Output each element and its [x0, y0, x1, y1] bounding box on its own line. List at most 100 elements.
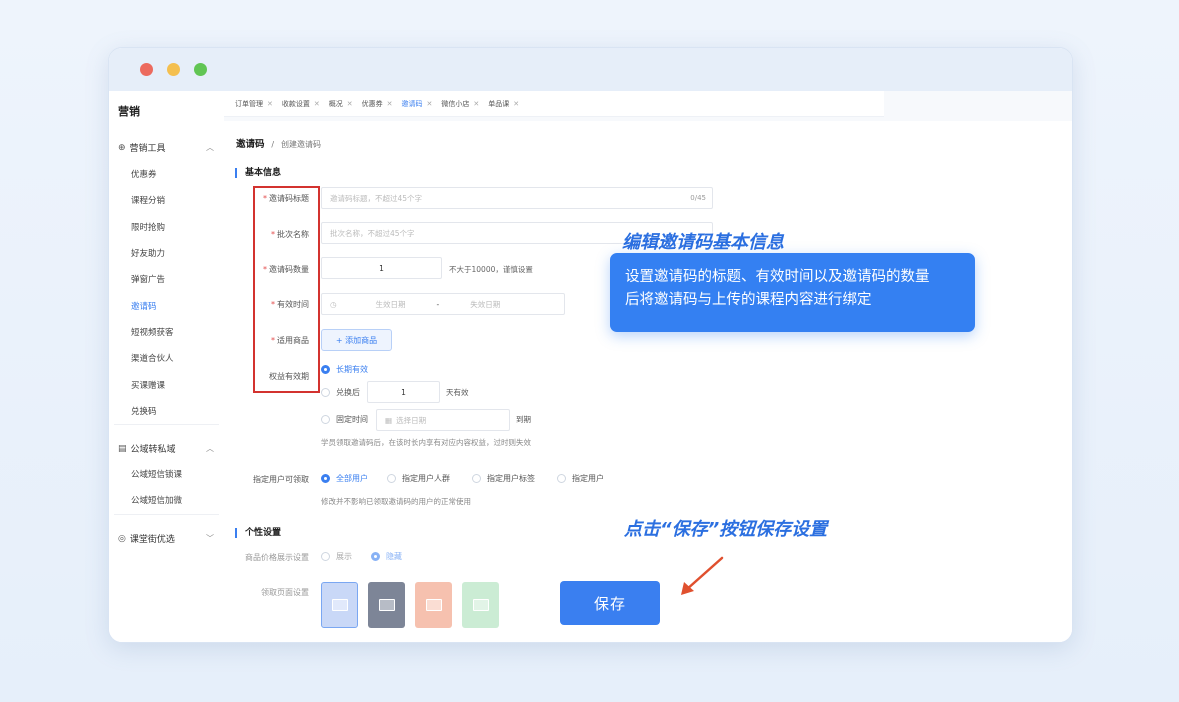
close-icon[interactable]: ✕ — [387, 100, 393, 108]
tab-label: 概况 — [328, 99, 343, 108]
radio-label: 展示 — [336, 552, 352, 561]
sidebar-item-channel-partner[interactable]: 渠道合伙人 — [131, 352, 174, 364]
tab-invite-code[interactable]: 邀请码 ✕ — [402, 99, 433, 109]
sidebar-item-sms-lock[interactable]: 公域短信锁课 — [131, 468, 182, 480]
tab-single-course[interactable]: 单品课 ✕ — [488, 99, 519, 109]
minimize-window-button[interactable] — [167, 63, 180, 76]
envelope-icon — [425, 599, 442, 611]
radio-label: 长期有效 — [336, 365, 368, 374]
radio-dot — [557, 474, 566, 483]
section-title-personal: 个性设置 — [235, 528, 281, 538]
label-batch-name: * 批次名称 — [271, 230, 309, 239]
radio-label: 全部用户 — [336, 474, 368, 483]
close-window-button[interactable] — [140, 63, 153, 76]
label-text: 有效时间 — [277, 300, 309, 309]
redeem-days-input[interactable]: 1 — [367, 381, 440, 403]
breadcrumb-separator: / — [271, 140, 275, 149]
label-text: 邀请码标题 — [269, 194, 309, 203]
breadcrumb-current: 创建邀请码 — [280, 140, 321, 149]
fixed-date-suffix: 到期 — [516, 415, 531, 424]
close-icon[interactable]: ✕ — [314, 100, 320, 108]
label-users: 指定用户可领取 — [253, 475, 309, 484]
template-thumb-blue[interactable] — [321, 582, 358, 628]
code-count-input[interactable]: 1 — [321, 257, 442, 279]
breadcrumb-parent[interactable]: 邀请码 — [236, 139, 265, 150]
rights-hint: 学员领取邀请码后，在该时长内享有对应内容权益，过时则失效 — [321, 438, 531, 447]
sidebar-item-friend-help[interactable]: 好友助力 — [131, 247, 165, 259]
add-goods-button[interactable]: + 添加商品 — [321, 329, 392, 351]
template-thumb-orange[interactable] — [415, 582, 452, 628]
close-icon[interactable]: ✕ — [347, 100, 353, 108]
sidebar-item-buy-gift[interactable]: 买课赠课 — [131, 379, 165, 391]
radio-price-hide[interactable]: 隐藏 — [371, 551, 402, 562]
code-title-input[interactable]: 邀请码标题，不超过45个字 0/45 — [321, 187, 713, 209]
maximize-window-button[interactable] — [194, 63, 207, 76]
template-thumb-gray[interactable] — [368, 582, 405, 628]
radio-long-term[interactable]: 长期有效 — [321, 364, 368, 375]
label-text: 适用商品 — [277, 336, 309, 345]
radio-dot — [371, 552, 380, 561]
arrow-icon — [681, 556, 724, 595]
envelope-icon — [472, 599, 489, 611]
close-icon[interactable]: ✕ — [427, 100, 433, 108]
breadcrumb: 邀请码 / 创建邀请码 — [236, 136, 321, 150]
label-text: 邀请码数量 — [269, 265, 309, 274]
calendar-icon: ▦ — [385, 415, 393, 425]
sidebar-item-flash-sale[interactable]: 限时抢购 — [131, 221, 165, 233]
tab-payment[interactable]: 收款设置 ✕ — [282, 99, 320, 109]
sidebar-item-redeem-code[interactable]: 兑换码 — [131, 405, 157, 417]
radio-user-group[interactable]: 指定用户人群 — [387, 473, 450, 484]
radio-label: 指定用户人群 — [402, 474, 450, 483]
callout-box: 设置邀请码的标题、有效时间以及邀请码的数量 后将邀请码与上传的课程内容进行绑定 — [610, 253, 975, 332]
tab-label: 单品课 — [488, 99, 510, 108]
radio-all-users[interactable]: 全部用户 — [321, 473, 368, 484]
char-counter: 0/45 — [690, 194, 706, 202]
tab-label: 微信小店 — [441, 99, 470, 108]
sidebar-item-invite-code[interactable]: 邀请码 — [131, 300, 157, 312]
radio-fixed-time[interactable]: 固定时间 — [321, 414, 368, 425]
radio-label: 固定时间 — [336, 415, 368, 424]
callout-line-1: 设置邀请码的标题、有效时间以及邀请码的数量 — [625, 269, 930, 285]
sidebar-item-distribution[interactable]: 课程分销 — [131, 194, 165, 206]
tab-overview[interactable]: 概况 ✕ — [329, 99, 353, 109]
sidebar-group-marketing-tools[interactable]: ⊕ 营销工具 ︿ — [118, 141, 214, 155]
label-valid-time: * 有效时间 — [271, 300, 309, 309]
start-date-placeholder: 生效日期 — [375, 299, 406, 309]
valid-time-range[interactable]: ◷ 生效日期 - 失效日期 — [321, 293, 565, 315]
sidebar-group-label: 公域转私域 — [130, 445, 176, 455]
label-code-title: * 邀请码标题 — [263, 194, 309, 203]
radio-label: 指定用户 — [572, 474, 604, 483]
close-icon[interactable]: ✕ — [267, 100, 273, 108]
radio-label: 隐藏 — [386, 552, 402, 561]
title-bar — [109, 48, 1072, 91]
location-icon: ◎ — [118, 533, 126, 544]
sidebar-item-short-video[interactable]: 短视频获客 — [131, 326, 174, 338]
radio-price-show[interactable]: 展示 — [321, 551, 352, 562]
radio-after-redeem[interactable]: 兑换后 — [321, 387, 360, 398]
radio-dot — [321, 415, 330, 424]
callout-title: 编辑邀请码基本信息 — [622, 232, 784, 253]
users-hint: 修改并不影响已领取邀请码的用户的正常使用 — [321, 497, 471, 506]
save-button[interactable]: 保存 — [560, 581, 660, 625]
placeholder-text: 批次名称，不超过45个字 — [330, 228, 415, 238]
sidebar-item-sms-wechat[interactable]: 公域短信加微 — [131, 494, 182, 506]
close-icon[interactable]: ✕ — [473, 100, 479, 108]
radio-specific-user[interactable]: 指定用户 — [557, 473, 604, 484]
sidebar-group-classroom[interactable]: ◎ 课堂街优选 ﹀ — [118, 532, 214, 546]
template-thumb-green[interactable] — [462, 582, 499, 628]
fixed-date-input[interactable]: ▦ 选择日期 — [376, 409, 510, 431]
sidebar-divider — [114, 514, 219, 515]
tab-coupon[interactable]: 优惠券 ✕ — [362, 99, 393, 109]
sidebar-group-label: 营销工具 — [129, 144, 166, 154]
tab-orders[interactable]: 订单管理 ✕ — [235, 99, 273, 109]
range-separator: - — [436, 299, 440, 309]
sidebar-group-public-private[interactable]: ▤ 公域转私域 ︿ — [118, 442, 214, 456]
close-icon[interactable]: ✕ — [513, 100, 519, 108]
label-goods: * 适用商品 — [271, 336, 309, 345]
sidebar-item-coupon[interactable]: 优惠券 — [131, 168, 157, 180]
sidebar-item-popup-ad[interactable]: 弹窗广告 — [131, 273, 165, 285]
chevron-down-icon: ﹀ — [206, 534, 214, 543]
radio-user-tag[interactable]: 指定用户标签 — [472, 473, 535, 484]
tab-wechat-shop[interactable]: 微信小店 ✕ — [441, 99, 479, 109]
highlight-box — [253, 186, 320, 393]
